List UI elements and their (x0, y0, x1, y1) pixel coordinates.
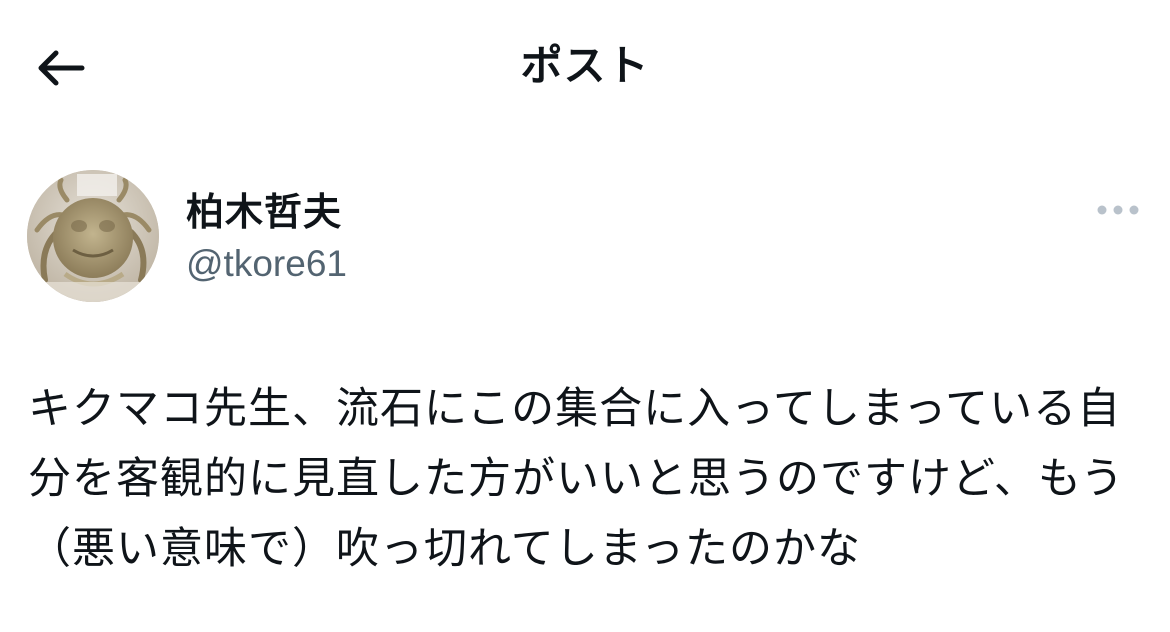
author-handle[interactable]: @tkore61 (186, 240, 347, 288)
avatar[interactable] (27, 170, 159, 302)
more-options-button[interactable] (1090, 192, 1146, 228)
author-display-name[interactable]: 柏木哲夫 (186, 188, 342, 236)
post-author-header: 柏木哲夫 @tkore61 (0, 160, 1170, 320)
crab-photo-avatar (27, 170, 159, 302)
post-text: キクマコ先生、流石にこの集合に入ってしまっている自分を客観的に見直した方がいいと… (28, 384, 1125, 574)
page-title: ポスト (520, 41, 650, 90)
top-bar: ポスト (0, 0, 1170, 135)
more-horizontal-icon (1097, 205, 1139, 215)
